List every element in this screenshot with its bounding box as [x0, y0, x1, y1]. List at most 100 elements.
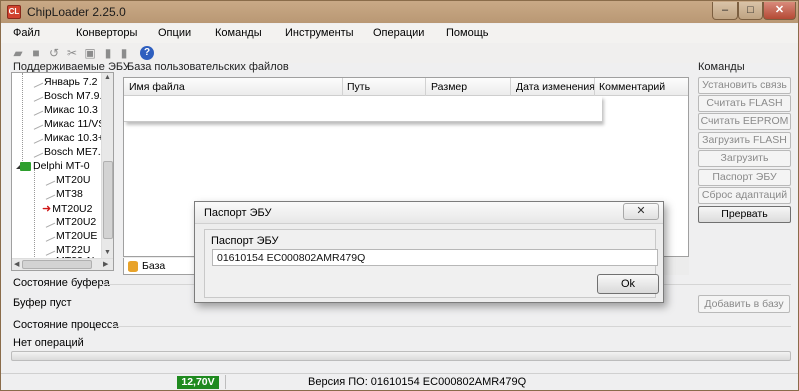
firmware-version: Версия ПО: 01610154 EC000802AMR479Q — [308, 376, 527, 388]
ecu-passport-button[interactable]: Паспорт ЭБУ — [698, 169, 791, 186]
chip-node-icon — [30, 104, 44, 116]
tree-item[interactable]: MT20UE — [42, 230, 97, 243]
tree-item[interactable]: MT20U2 — [42, 216, 96, 229]
tree-item[interactable]: Микас 11/VS — [30, 118, 105, 131]
column-size[interactable]: Размер — [431, 81, 467, 93]
scroll-left-icon[interactable]: ◀ — [14, 260, 19, 268]
tree-guide — [34, 169, 35, 261]
dialog-close-button[interactable]: ✕ — [623, 203, 659, 220]
menu-converters[interactable]: Конверторы — [76, 27, 137, 39]
user-db-label: База пользовательских файлов — [127, 61, 289, 73]
column-divider[interactable] — [425, 78, 426, 96]
tree-item[interactable]: Микас 10.3 ( — [30, 104, 104, 117]
app-icon: CL — [7, 5, 21, 19]
menu-operations[interactable]: Операции — [373, 27, 424, 39]
chip-node-icon — [30, 132, 44, 144]
progress-bar — [11, 351, 791, 361]
cut-icon[interactable]: ✂ — [65, 46, 79, 60]
folder-icon[interactable]: ▰ — [11, 46, 25, 60]
commands-label: Команды — [698, 61, 745, 73]
dialog-title: Паспорт ЭБУ — [204, 207, 272, 219]
ecu-tree[interactable]: Январь 7.2 Bosch M7.9.: Микас 10.3 ( Мик… — [11, 72, 114, 271]
column-filename[interactable]: Имя файла — [129, 81, 185, 93]
buffer-state-label: Состояние буфера — [13, 277, 110, 289]
tab-file-db[interactable]: База файлов — [123, 258, 203, 275]
flash-write-icon[interactable]: ▮ — [117, 46, 131, 60]
menu-help[interactable]: Помощь — [446, 27, 489, 39]
process-state-label: Состояние процесса — [13, 319, 119, 331]
undo-icon[interactable]: ↺ — [47, 46, 61, 60]
menu-commands[interactable]: Команды — [215, 27, 262, 39]
process-state-value: Нет операций — [13, 337, 84, 349]
ecu-passport-dialog: Паспорт ЭБУ ✕ Паспорт ЭБУ Ok — [194, 201, 664, 303]
chip-node-icon — [30, 146, 44, 158]
tree-vertical-scrollbar[interactable]: ▲ ▼ — [101, 73, 113, 259]
abort-button[interactable]: Прервать — [698, 206, 791, 223]
status-bar: 12,70V Версия ПО: 01610154 EC000802AMR47… — [1, 373, 798, 390]
write-eeprom-button[interactable]: Загрузить EEPROM — [698, 150, 791, 179]
menu-file[interactable]: Файл — [13, 27, 40, 39]
minimize-button[interactable]: – — [712, 2, 738, 20]
add-to-db-button[interactable]: Добавить в базу — [698, 295, 790, 313]
buffer-state-value: Буфер пуст — [13, 297, 72, 309]
chip-node-icon — [30, 90, 44, 102]
database-icon — [128, 260, 138, 272]
dialog-title-bar[interactable]: Паспорт ЭБУ ✕ — [195, 202, 663, 224]
flash-icon[interactable]: ▮ — [101, 46, 115, 60]
tree-item[interactable]: MT20U — [42, 174, 90, 187]
chip-node-icon — [42, 216, 56, 228]
folder-node-icon — [20, 161, 31, 171]
column-divider[interactable] — [342, 78, 343, 96]
tree-item[interactable]: MT38 — [42, 188, 83, 201]
tree-item[interactable]: Микас 10.3+ — [30, 132, 104, 145]
maximize-button[interactable]: □ — [738, 2, 763, 20]
chip-node-icon — [30, 118, 44, 130]
ok-button[interactable]: Ok — [597, 274, 659, 294]
tree-item[interactable]: Bosch ME7.x — [30, 146, 106, 159]
column-comment[interactable]: Комментарий — [599, 81, 665, 93]
passport-field[interactable] — [212, 249, 658, 266]
red-arrow-icon: ➜ — [42, 203, 52, 215]
tree-guide — [22, 73, 23, 169]
column-divider[interactable] — [594, 78, 595, 96]
reset-adaptations-button[interactable]: Сброс адаптаций — [698, 187, 791, 204]
passport-label: Паспорт ЭБУ — [211, 235, 279, 247]
tree-horizontal-scrollbar[interactable]: ◀ ▶ — [12, 258, 113, 270]
menu-tools[interactable]: Инструменты — [285, 27, 354, 39]
column-path[interactable]: Путь — [347, 81, 370, 93]
menu-options[interactable]: Опции — [158, 27, 191, 39]
scrollbar-thumb[interactable] — [103, 161, 113, 239]
chip-node-icon — [42, 230, 56, 242]
save-icon[interactable]: ■ — [29, 46, 43, 60]
scroll-right-icon[interactable]: ▶ — [103, 260, 108, 268]
read-flash-button[interactable]: Считать FLASH — [698, 95, 791, 112]
toolbar: ▰ ■ ↺ ✂ ▣ ▮ ▮ ? — [1, 43, 798, 63]
divider — [109, 326, 791, 327]
tree-item[interactable]: Bosch M7.9.: — [30, 90, 105, 103]
column-modified[interactable]: Дата изменения — [516, 81, 595, 93]
grid-empty-row[interactable] — [124, 96, 602, 122]
main-window: CL ChipLoader 2.25.0 – □ ✕ Файл Конверто… — [0, 0, 799, 391]
read-eeprom-button[interactable]: Считать EEPROM — [698, 113, 791, 130]
chip-node-icon — [42, 174, 56, 186]
status-separator — [225, 375, 226, 389]
window-title: ChipLoader 2.25.0 — [27, 5, 126, 19]
tree-item-selected[interactable]: ➜MT20U2 — [42, 202, 92, 215]
connect-button[interactable]: Установить связь — [698, 77, 791, 94]
help-icon[interactable]: ? — [140, 46, 154, 60]
scroll-up-icon[interactable]: ▲ — [104, 74, 111, 81]
grid-header: Имя файла Путь Размер Дата изменения Ком… — [124, 78, 688, 96]
chip-icon[interactable]: ▣ — [83, 46, 97, 60]
title-bar[interactable]: CL ChipLoader 2.25.0 – □ ✕ — [1, 1, 798, 23]
scroll-down-icon[interactable]: ▼ — [104, 249, 111, 256]
write-flash-button[interactable]: Загрузить FLASH — [698, 132, 791, 149]
chip-node-icon — [42, 188, 56, 200]
close-button[interactable]: ✕ — [763, 2, 796, 20]
tree-item[interactable]: Январь 7.2 — [30, 76, 98, 89]
chip-node-icon — [30, 76, 44, 88]
scrollbar-thumb[interactable] — [22, 260, 92, 269]
column-divider[interactable] — [510, 78, 511, 96]
tree-item-folder[interactable]: Delphi MT-0 — [20, 160, 90, 173]
passport-group: Паспорт ЭБУ Ok — [204, 229, 659, 298]
menu-bar: Файл Конверторы Опции Команды Инструмент… — [1, 24, 798, 43]
